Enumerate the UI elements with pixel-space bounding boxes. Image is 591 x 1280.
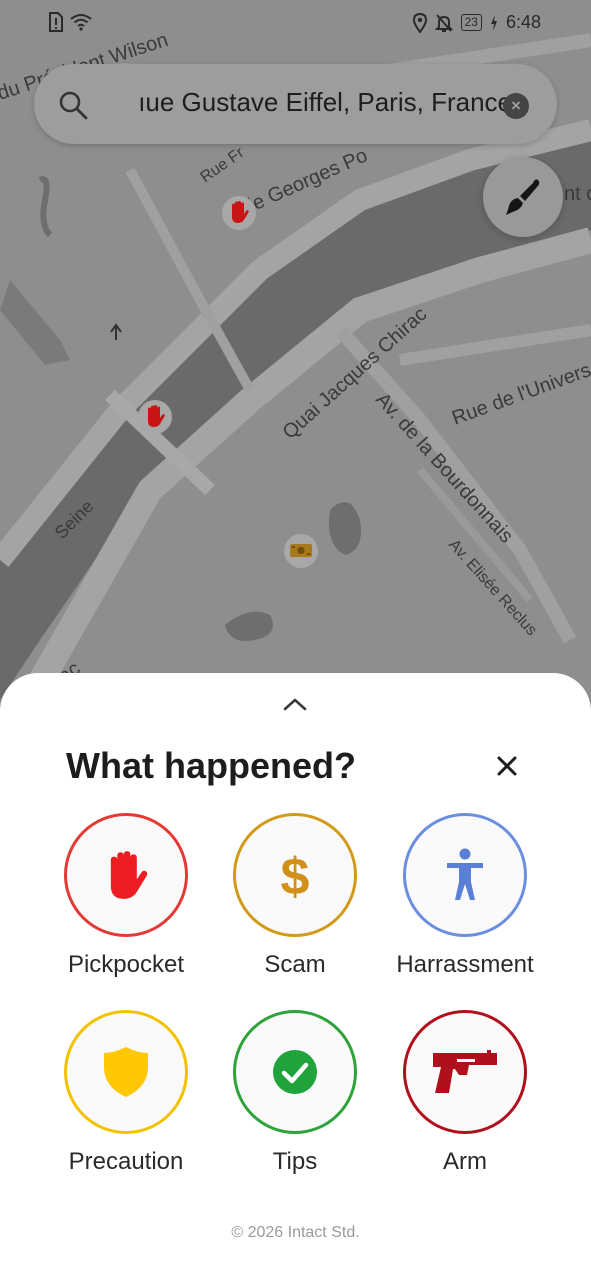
dollar-icon: $: [281, 848, 310, 903]
gun-icon: [433, 1050, 497, 1093]
hand-stop-icon: [110, 851, 148, 899]
map-marker-scam[interactable]: [284, 534, 318, 568]
status-right: 23 6:48: [412, 12, 541, 33]
footer-copyright: © 2026 Intact Std.: [231, 1224, 360, 1241]
chevron-up-icon[interactable]: [281, 695, 309, 713]
category-ring[interactable]: [64, 813, 188, 937]
charging-icon: [490, 14, 497, 31]
category-ring[interactable]: [64, 1010, 188, 1134]
bottom-sheet: What happened? Pickpocket $ Scam Harrass…: [0, 673, 591, 1280]
location-icon: [412, 12, 427, 33]
money-icon: [290, 544, 312, 557]
category-label: Harrassment: [396, 951, 534, 978]
category-ring[interactable]: [403, 1010, 527, 1134]
category-tips[interactable]: Tips: [210, 1010, 380, 1176]
category-label: Arm: [443, 1148, 487, 1175]
svg-text:$: $: [281, 848, 310, 903]
map-marker-pickpocket[interactable]: [138, 400, 172, 434]
status-left: [48, 12, 92, 32]
category-label: Precaution: [68, 1148, 184, 1175]
category-ring[interactable]: [403, 813, 527, 937]
battery-level: 23: [460, 14, 482, 31]
brush-icon: [506, 179, 540, 215]
map-label: nt c: [564, 183, 591, 205]
category-ring[interactable]: $: [233, 813, 357, 937]
sim-alert-icon: [49, 12, 63, 32]
status-bar: 23 6:48: [0, 0, 591, 46]
hand-stop-icon: [148, 405, 165, 427]
category-label: Scam: [264, 951, 326, 978]
category-harrassment[interactable]: Harrassment: [380, 813, 550, 979]
shield-icon: [104, 1047, 148, 1097]
check-circle-icon: [273, 1050, 317, 1094]
search-icon: [59, 91, 88, 120]
close-icon[interactable]: [492, 751, 522, 781]
sheet-title: What happened?: [66, 745, 356, 786]
category-precaution[interactable]: Precaution: [41, 1010, 211, 1176]
hand-stop-icon: [232, 201, 249, 223]
search-bar[interactable]: ıue Gustave Eiffel, Paris, France ×: [34, 64, 557, 144]
clear-search-button[interactable]: ×: [503, 93, 529, 119]
category-arm[interactable]: Arm: [380, 1010, 550, 1176]
search-input[interactable]: ıue Gustave Eiffel, Paris, France: [112, 87, 512, 121]
category-label: Tips: [272, 1148, 318, 1175]
person-icon: [447, 848, 483, 900]
status-time: 6:48: [505, 12, 541, 32]
map-marker-pickpocket[interactable]: [222, 196, 256, 230]
bell-off-icon: [434, 13, 453, 32]
category-label: Pickpocket: [67, 951, 185, 978]
category-ring[interactable]: [233, 1010, 357, 1134]
brush-button[interactable]: [483, 157, 563, 237]
wifi-icon: [70, 14, 92, 31]
category-scam[interactable]: $ Scam: [210, 813, 380, 979]
category-pickpocket[interactable]: Pickpocket: [41, 813, 211, 979]
